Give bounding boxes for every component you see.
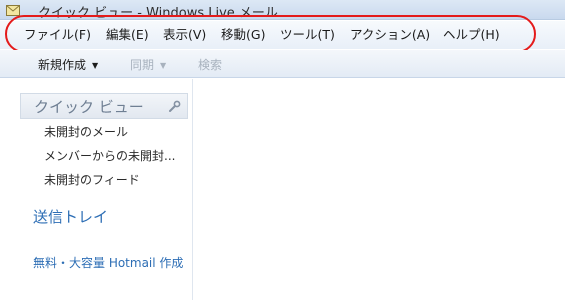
- chevron-down-icon[interactable]: ▼: [160, 61, 166, 70]
- quick-view-title: クイック ビュー: [34, 98, 144, 116]
- new-button[interactable]: 新規作成 ▼: [38, 56, 98, 73]
- outbox-folder[interactable]: 送信トレイ: [33, 206, 108, 227]
- sync-button[interactable]: 同期 ▼: [130, 56, 166, 73]
- menu-bar: ファイル(F) 編集(E) 表示(V) 移動(G) ツール(T) アクション(A…: [0, 21, 565, 49]
- quick-view-unread-from-contacts[interactable]: メンバーからの未開封...: [44, 147, 175, 164]
- menu-view[interactable]: 表示(V): [163, 25, 206, 45]
- quick-view-unread-feeds[interactable]: 未開封のフィード: [44, 171, 140, 188]
- menu-actions[interactable]: アクション(A): [350, 25, 430, 45]
- menu-help[interactable]: ヘルプ(H): [443, 25, 500, 45]
- quick-view-unread-mail[interactable]: 未開封のメール: [44, 123, 128, 140]
- toolbar: 新規作成 ▼ 同期 ▼ 検索: [0, 50, 565, 78]
- wrench-icon[interactable]: [168, 100, 181, 113]
- windows-live-mail-icon: [6, 5, 20, 16]
- folder-pane: クイック ビュー 未開封のメール メンバーからの未開封... 未開封のフィード …: [0, 79, 193, 300]
- window-title: クイック ビュー - Windows Live メール: [38, 6, 278, 21]
- menu-file[interactable]: ファイル(F): [24, 25, 91, 45]
- chevron-down-icon[interactable]: ▼: [92, 61, 98, 70]
- sync-label: 同期: [130, 58, 155, 72]
- menu-go[interactable]: 移動(G): [221, 25, 265, 45]
- title-bar: クイック ビュー - Windows Live メール: [0, 0, 565, 21]
- search-button[interactable]: 検索: [198, 56, 222, 73]
- hotmail-signup-link[interactable]: 無料・大容量 Hotmail 作成: [33, 254, 183, 271]
- menu-tools[interactable]: ツール(T): [280, 25, 335, 45]
- quick-view-header[interactable]: クイック ビュー: [20, 93, 188, 119]
- new-label: 新規作成: [38, 58, 87, 72]
- menu-edit[interactable]: 編集(E): [106, 25, 149, 45]
